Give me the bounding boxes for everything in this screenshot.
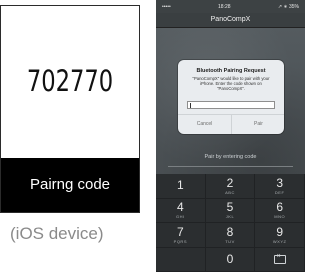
key-digit: 5	[226, 200, 234, 215]
key-9[interactable]: 9 WXYZ	[255, 223, 305, 248]
key-digit: 0	[226, 251, 234, 266]
key-letters: MNO	[274, 214, 286, 220]
pairing-code-card: 702770 Pairng code	[0, 5, 140, 213]
numeric-keypad: 1 2 ABC 3 DEF 4 GHI 5 JKL 6 MNO 7 PQRS 8 TUV 9W…	[156, 174, 305, 272]
pairing-code-value: 702770	[26, 64, 114, 98]
key-6[interactable]: 6 MNO	[255, 198, 305, 223]
bluetooth-pairing-alert: Bluetooth Pairing Request "PanoCompX" wo…	[178, 60, 284, 134]
key-letters: JKL	[225, 214, 235, 220]
text-caret	[190, 103, 191, 108]
key-digit: 7	[176, 224, 184, 239]
key-letters: GHI	[176, 214, 185, 220]
signal-indicator: •••••	[162, 3, 171, 10]
key-digit: 1	[176, 178, 184, 193]
alert-message: "PanoCompX" would like to pair with your…	[192, 76, 270, 92]
key-2[interactable]: 2 ABC	[205, 174, 256, 199]
pairing-code-input[interactable]	[187, 101, 275, 109]
key-digit: 3	[276, 175, 283, 190]
key-4[interactable]: 4 GHI	[156, 198, 206, 223]
key-digit: 4	[176, 200, 184, 215]
key-digit: 6	[276, 200, 283, 215]
key-1[interactable]: 1	[156, 174, 206, 199]
key-digit: 8	[226, 224, 234, 239]
key-3[interactable]: 3 DEF	[255, 174, 305, 199]
key-digit: 2	[226, 175, 234, 190]
cancel-button[interactable]: Cancel	[178, 115, 231, 134]
device-caption: (iOS device)	[10, 224, 104, 243]
key-empty	[156, 247, 206, 272]
backspace-icon	[273, 253, 286, 264]
key-5[interactable]: 5 JKL	[205, 198, 256, 223]
status-bar: ••••• 18:28 ↗ ∗ 35%	[156, 0, 305, 13]
key-letters: ABC	[225, 189, 235, 195]
key-letters: DEF	[274, 189, 285, 195]
alert-title: Bluetooth Pairing Request	[196, 68, 266, 74]
key-7[interactable]: 7 PQRS	[156, 223, 206, 248]
battery-indicator: ↗ ∗ 35%	[277, 3, 299, 10]
pair-button[interactable]: Pair	[232, 115, 285, 134]
key-8[interactable]: 8 TUV	[205, 223, 256, 248]
prompt-underline	[168, 166, 293, 167]
pair-prompt: Pair by entering code	[204, 154, 257, 160]
backspace-key[interactable]	[255, 247, 305, 272]
key-letters: WXYZ	[272, 238, 287, 244]
key-digit: 9	[276, 224, 283, 239]
pairing-code-label: Pairng code	[1, 158, 139, 212]
key-0[interactable]: 0	[205, 247, 256, 272]
key-letters: PQRS	[173, 238, 187, 244]
status-time: 18:28	[218, 3, 231, 10]
nav-title: PanoCompX	[156, 13, 305, 27]
key-letters: TUV	[225, 238, 235, 244]
ios-screenshot: ••••• 18:28 ↗ ∗ 35% PanoCompX Bluetooth …	[156, 0, 305, 272]
